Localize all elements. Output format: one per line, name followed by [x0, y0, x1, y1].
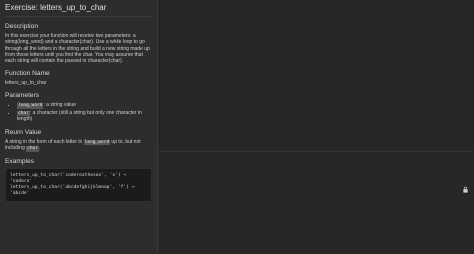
parameters-heading: Parameters [5, 92, 40, 100]
parameter-item: long_word: a string value [17, 102, 152, 109]
return-text-part: . [38, 145, 41, 152]
exercise-title: Exercise: letters_up_to_char [5, 3, 152, 17]
lock-icon[interactable] [462, 186, 469, 193]
return-text-part: A string in the form of each letter in [5, 138, 84, 145]
function-name-heading: Function Name [5, 70, 50, 78]
description-text: In this exercise your function will rece… [5, 33, 150, 65]
parameter-desc: : a character (still a string but only o… [17, 109, 142, 123]
return-code-long-word: long_word [83, 139, 111, 146]
function-name: letters_up_to_char [5, 80, 47, 87]
return-value-heading: Reurn Value [5, 128, 42, 136]
editor-area [158, 0, 474, 254]
example-line: letters_up_to_char('abcdefghijklmnop', '… [10, 184, 138, 196]
example-line: letters_up_to_char('coderoxthesox', 'x')… [10, 172, 129, 184]
parameter-desc: : a string value [43, 102, 76, 109]
parameters-list: long_word: a string value char: a charac… [5, 102, 152, 122]
output-console [158, 151, 474, 254]
parameter-item: char: a character (still a string but on… [17, 110, 152, 123]
parameter-name-code: long_word [17, 103, 44, 109]
description-heading: Description [5, 23, 38, 30]
return-value-text: A string in the form of each letter in l… [5, 139, 152, 152]
examples-code-block: letters_up_to_char('coderoxthesox', 'x')… [5, 167, 152, 202]
exercise-panel: Exercise: letters_up_to_char Description… [0, 0, 157, 253]
examples-heading: Examples [5, 157, 34, 165]
return-code-char: char [26, 146, 39, 152]
code-editor[interactable] [158, 0, 474, 151]
